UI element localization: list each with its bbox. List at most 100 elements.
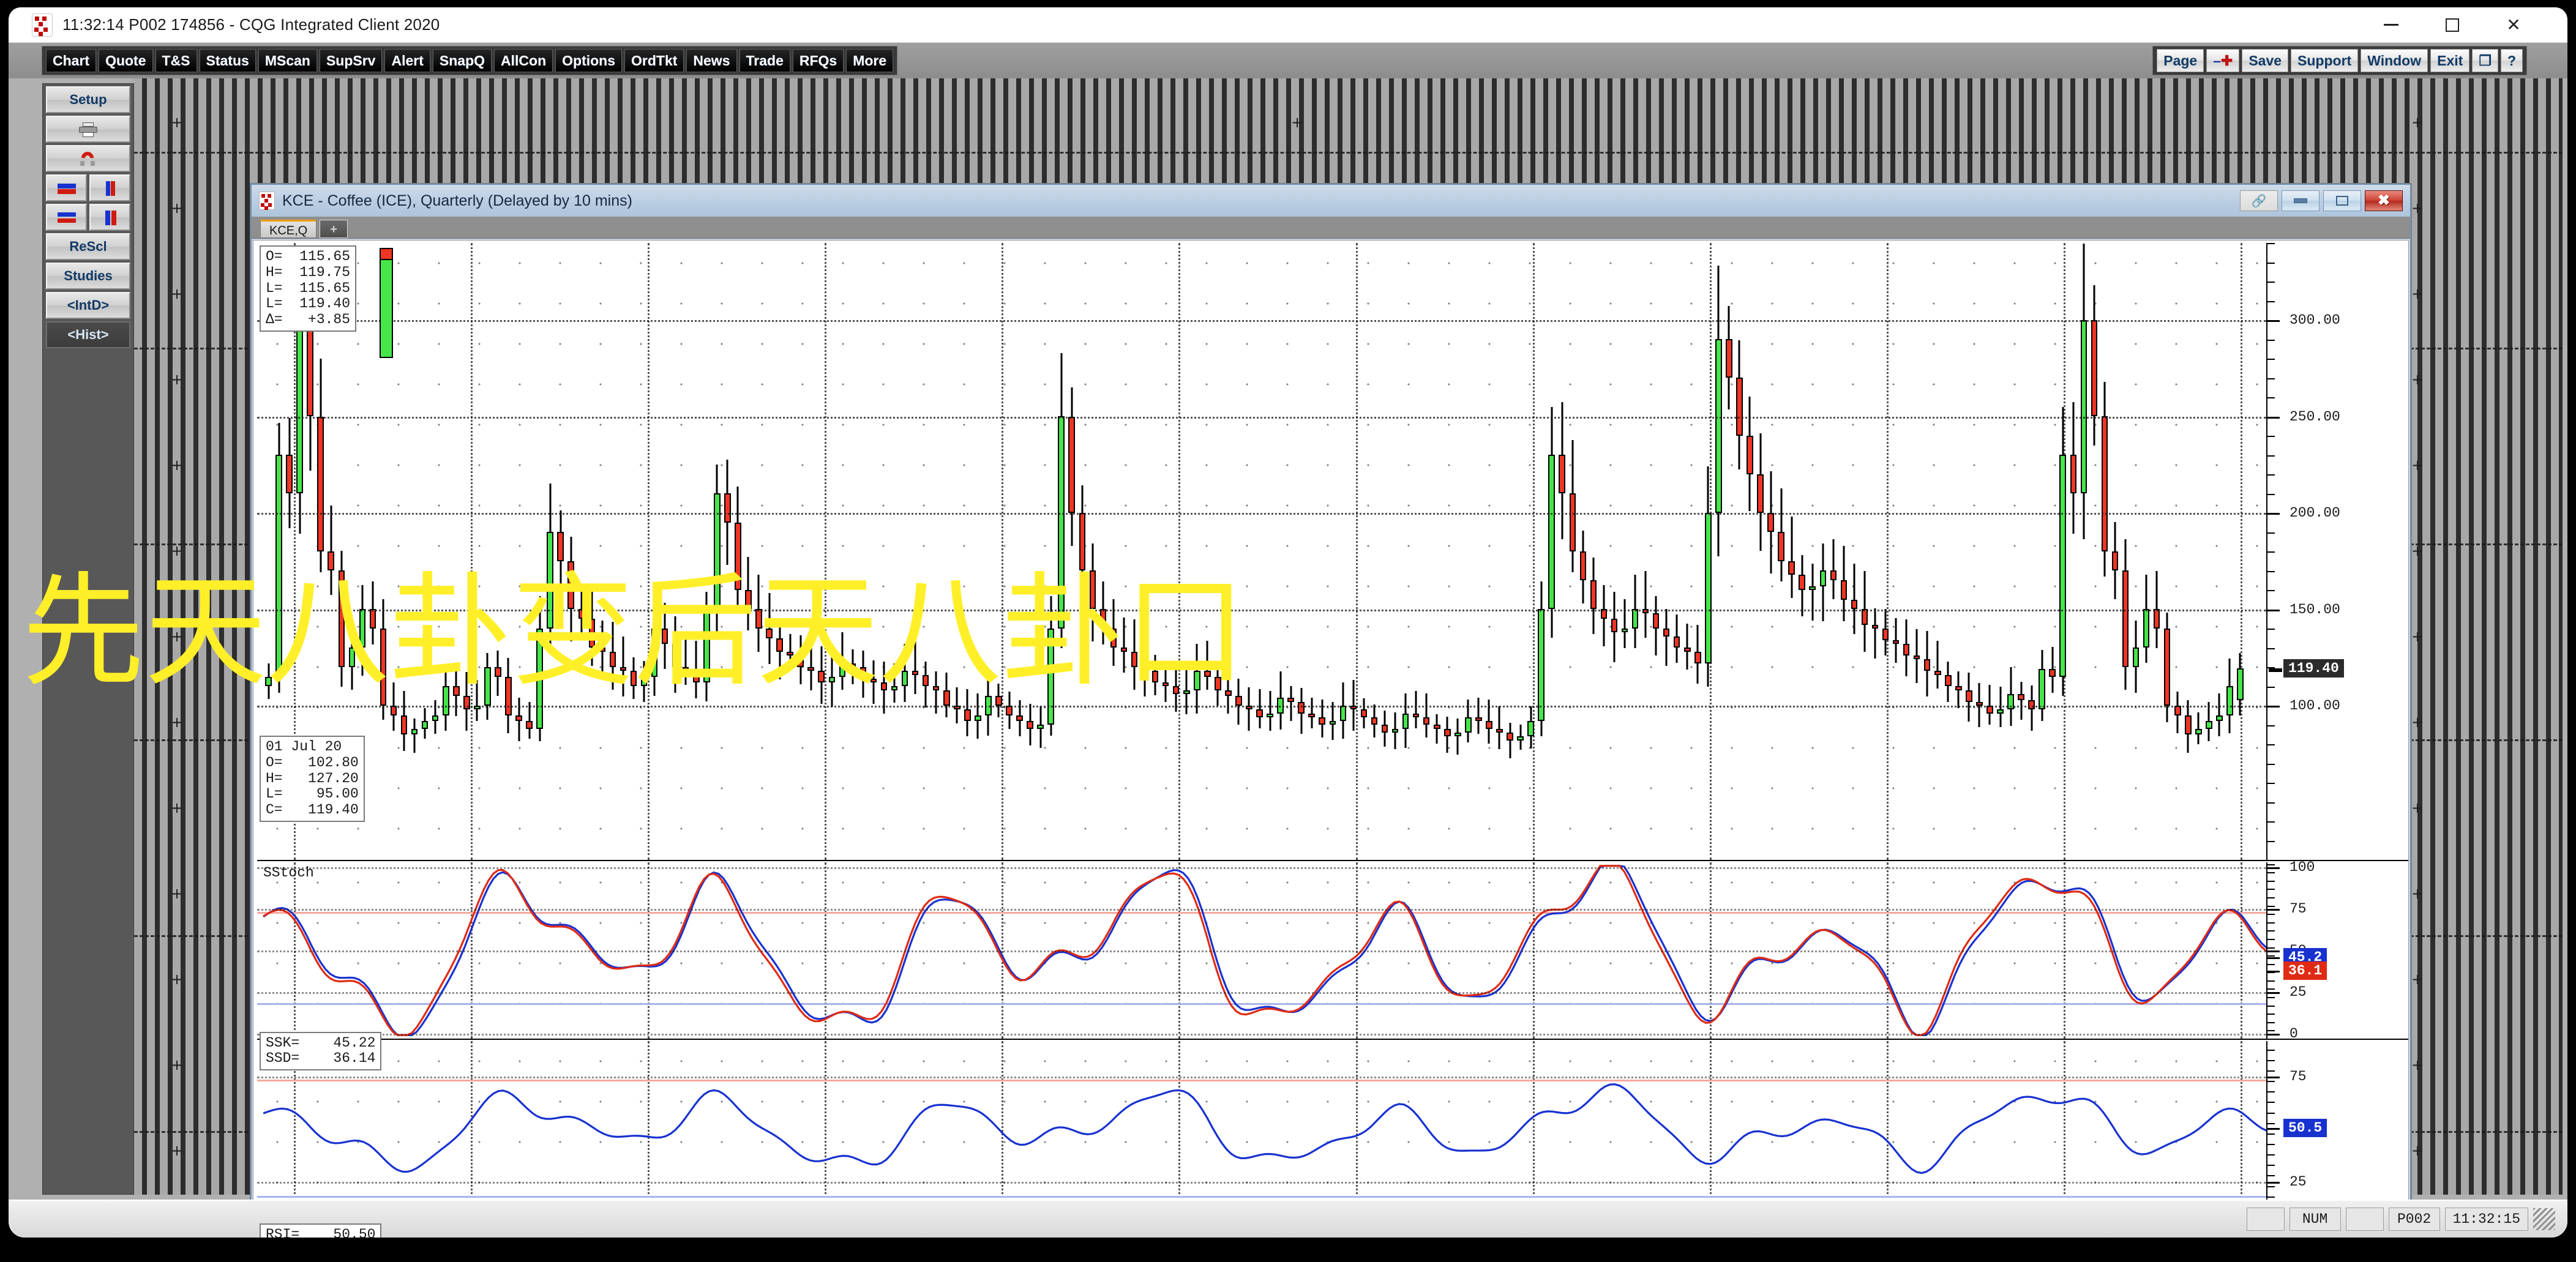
price-axis[interactable]: 300.00 250.00 200.00 150.00 100.00 119.40: [2266, 243, 2408, 861]
stochastic-axis[interactable]: 100755045.236.1250: [2266, 859, 2408, 1042]
candlestick-bar: [411, 719, 418, 753]
stochastic-plot-area[interactable]: [257, 862, 2266, 1039]
candlestick-bar: [2206, 701, 2212, 742]
menu-button-trade[interactable]: Trade: [739, 48, 790, 73]
window-title: 11:32:14 P002 174856 - CQG Integrated Cl…: [62, 15, 440, 34]
window-minimize-button[interactable]: [2361, 7, 2422, 42]
chart-close-button[interactable]: ✖: [2365, 190, 2403, 211]
price-axis-label: 100.00: [2290, 698, 2340, 714]
menu-button-news[interactable]: News: [686, 48, 737, 73]
status-bar: NUM P002 11:32:15: [9, 1200, 2567, 1238]
candlestick-bar: [1475, 697, 1482, 734]
menu-button-more[interactable]: More: [846, 48, 894, 73]
historical-button[interactable]: <Hist>: [46, 321, 130, 348]
candlestick-bar: [1538, 581, 1544, 737]
axis-minor-tick: [2266, 922, 2275, 924]
toolbar-button--[interactable]: –✚: [2206, 48, 2240, 73]
candlestick-bar: [2049, 647, 2056, 693]
candlestick-bar: [1903, 619, 1910, 677]
workspace: +++++++++++++++++++++++++++++++++++++++ …: [9, 78, 2567, 1238]
toolbar-button--[interactable]: ❐: [2472, 48, 2498, 73]
menu-button-supsrv[interactable]: SupSrv: [319, 48, 383, 73]
candlestick-bar: [1287, 685, 1294, 722]
chart-link-button[interactable]: 🔗: [2240, 190, 2278, 211]
desktop-cross: +: [171, 1056, 184, 1073]
axis-minor-tick: [2266, 988, 2275, 990]
menu-button-alert[interactable]: Alert: [384, 48, 430, 73]
toolbar-button-page[interactable]: Page: [2157, 48, 2204, 73]
rescale-button[interactable]: ReScl: [46, 233, 130, 260]
axis-minor-tick: [2266, 590, 2275, 591]
rsi-plot-area[interactable]: [257, 1041, 2266, 1217]
candlestick-bar: [1663, 609, 1670, 666]
arrow-collapse-h-icon: [56, 210, 77, 226]
candlestick-bar: [1308, 698, 1315, 728]
chart-window-title: KCE - Coffee (ICE), Quarterly (Delayed b…: [282, 192, 632, 209]
candlestick-bar: [1747, 397, 1753, 511]
studies-button[interactable]: Studies: [46, 263, 130, 289]
candlestick-bar: [1788, 516, 1795, 599]
menu-button-rfqs[interactable]: RFQs: [792, 48, 844, 73]
toolbar-button-save[interactable]: Save: [2242, 48, 2289, 73]
axis-minor-tick: [2266, 1144, 2275, 1145]
menu-button-status[interactable]: Status: [199, 48, 256, 73]
compress-vertical-button[interactable]: [89, 204, 130, 231]
chart-minimize-button[interactable]: [2282, 190, 2320, 211]
axis-minor-tick: [2266, 821, 2275, 823]
compress-horizontal-button[interactable]: [46, 204, 87, 231]
menu-button-t-s[interactable]: T&S: [155, 48, 197, 73]
shift-vertical-button[interactable]: [89, 174, 130, 201]
axis-minor-tick: [2266, 532, 2275, 534]
menu-button-chart[interactable]: Chart: [46, 48, 97, 73]
stochastic-panel[interactable]: 100755045.236.1250 SStoch SSK= 45.22 SSD…: [257, 859, 2408, 1070]
candlestick-bar: [1277, 671, 1284, 730]
candlestick-bar: [1548, 407, 1555, 638]
chart-tab-strip: KCE,Q +: [252, 217, 2410, 239]
menu-button-snapq[interactable]: SnapQ: [432, 48, 492, 73]
resize-grip[interactable]: [2533, 1208, 2555, 1230]
magnet-snap-button[interactable]: [46, 145, 130, 172]
indicator-axis-label: 25: [2290, 984, 2307, 1000]
grid-line-horizontal: [257, 1181, 2266, 1184]
toolbar-button-exit[interactable]: Exit: [2430, 48, 2470, 73]
axis-tick: [2266, 867, 2280, 870]
axis-tick: [2266, 950, 2280, 952]
candlestick-bar: [1934, 641, 1941, 689]
menu-button-options[interactable]: Options: [555, 48, 623, 73]
candlestick-bar: [1402, 693, 1409, 748]
setup-button[interactable]: Setup: [46, 86, 130, 113]
candlestick-bar: [1507, 722, 1513, 758]
minimize-icon: [2294, 198, 2307, 203]
tab-kce-q[interactable]: KCE,Q: [260, 220, 317, 238]
print-button[interactable]: [46, 116, 130, 143]
tab-add-new[interactable]: +: [320, 220, 348, 238]
chart-restore-button[interactable]: [2323, 190, 2361, 211]
axis-minor-tick: [2266, 609, 2275, 611]
menu-button-ordtkt[interactable]: OrdTkt: [624, 48, 684, 73]
toolbar-button-window[interactable]: Window: [2361, 48, 2428, 73]
window-maximize-button[interactable]: [2422, 7, 2483, 42]
shift-horizontal-button[interactable]: [46, 174, 87, 201]
toolbar-left-group: Chart Quote T&S Status MScan SupSrv Alert SnapQ…: [42, 45, 898, 76]
axis-minor-tick: [2266, 744, 2275, 745]
price-plot-area[interactable]: [257, 243, 2266, 860]
axis-minor-tick: [2266, 378, 2275, 379]
restore-icon: [2336, 196, 2348, 206]
candlestick-bar: [2216, 693, 2223, 737]
price-panel[interactable]: 300.00 250.00 200.00 150.00 100.00 119.40: [257, 243, 2408, 861]
rsi-axis[interactable]: 75 50.5 25: [2266, 1041, 2408, 1219]
intraday-button[interactable]: <IntD>: [46, 292, 130, 319]
watermark-text: 先天八卦变后天八卦口: [22, 561, 1247, 703]
price-axis-label: 150.00: [2290, 601, 2340, 618]
candlestick-bar: [1569, 440, 1576, 572]
printer-icon: [79, 122, 97, 138]
desktop-cross: +: [171, 971, 184, 988]
toolbar-button--[interactable]: ?: [2500, 48, 2523, 73]
menu-button-allcon[interactable]: AllCon: [494, 48, 553, 73]
window-close-button[interactable]: ✕: [2483, 7, 2544, 42]
rsi-panel[interactable]: 7550.525 RSI RSI= 50.50: [257, 1041, 2408, 1238]
menu-button-mscan[interactable]: MScan: [258, 48, 317, 73]
candlestick-bar: [2226, 658, 2233, 734]
toolbar-button-support[interactable]: Support: [2291, 48, 2359, 73]
menu-button-quote[interactable]: Quote: [99, 48, 153, 73]
